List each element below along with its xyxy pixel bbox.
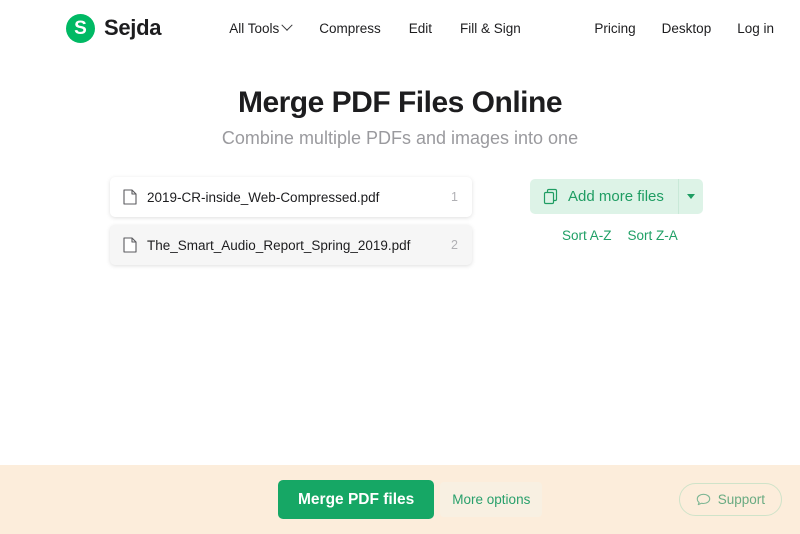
file-index: 2	[451, 238, 458, 252]
document-icon	[123, 237, 137, 253]
nav-item-login[interactable]: Log in	[737, 21, 774, 36]
page-title: Merge PDF Files Online	[237, 86, 563, 119]
secondary-nav: Pricing Desktop Log in	[594, 21, 774, 36]
sort-links: Sort A-Z Sort Z-A	[530, 228, 703, 243]
nav-item-pricing[interactable]: Pricing	[594, 21, 635, 36]
nav-item-compress[interactable]: Compress	[319, 21, 381, 36]
nav-item-all-tools[interactable]: All Tools	[229, 19, 293, 36]
brand-mark-letter: S	[74, 17, 87, 39]
nav-item-fill-and-sign[interactable]: Fill & Sign	[460, 21, 521, 36]
copy-files-icon	[543, 188, 558, 205]
nav-item-desktop[interactable]: Desktop	[662, 21, 712, 36]
nav-item-edit[interactable]: Edit	[409, 21, 432, 36]
support-label: Support	[717, 492, 765, 507]
chevron-down-icon	[281, 19, 293, 31]
sejda-circle-icon: S	[66, 13, 95, 43]
add-more-files-dropdown-toggle[interactable]	[677, 179, 703, 214]
sort-az-link[interactable]: Sort A-Z	[562, 228, 612, 243]
merge-pdf-files-button[interactable]: Merge PDF files	[278, 479, 435, 520]
nav-item-all-tools-label: All Tools	[229, 20, 280, 36]
add-more-files-button[interactable]: Add more files	[530, 179, 678, 214]
file-index: 1	[451, 190, 458, 204]
main-content: 2019-CR-inside_Web-Compressed.pdf 1 The_…	[0, 177, 800, 273]
add-more-files-label: Add more files	[568, 188, 664, 205]
primary-nav: All Tools Compress Edit Fill & Sign	[229, 19, 521, 36]
more-options-button[interactable]: More options	[440, 481, 543, 518]
brand-logo[interactable]: S Sejda	[66, 13, 162, 43]
document-icon	[123, 189, 137, 205]
chat-bubble-icon	[696, 493, 710, 505]
side-panel: Add more files Sort A-Z Sort Z-A	[530, 177, 703, 243]
add-more-files-group: Add more files	[530, 179, 703, 214]
site-header: S Sejda All Tools Compress Edit Fill & S…	[0, 0, 800, 56]
brand-name: Sejda	[104, 15, 162, 40]
bottom-actions: Merge PDF files More options	[278, 479, 543, 520]
table-row[interactable]: 2019-CR-inside_Web-Compressed.pdf 1	[110, 177, 472, 217]
table-row[interactable]: The_Smart_Audio_Report_Spring_2019.pdf 2	[110, 225, 472, 265]
page-subtitle: Combine multiple PDFs and images into on…	[221, 128, 579, 148]
file-name: 2019-CR-inside_Web-Compressed.pdf	[147, 189, 380, 205]
file-list: 2019-CR-inside_Web-Compressed.pdf 1 The_…	[110, 177, 472, 273]
support-button[interactable]: Support	[678, 483, 782, 516]
caret-down-icon	[686, 194, 695, 199]
bottom-action-bar: Merge PDF files More options Support	[0, 465, 800, 534]
sort-za-link[interactable]: Sort Z-A	[628, 228, 678, 243]
file-name: The_Smart_Audio_Report_Spring_2019.pdf	[147, 237, 411, 253]
